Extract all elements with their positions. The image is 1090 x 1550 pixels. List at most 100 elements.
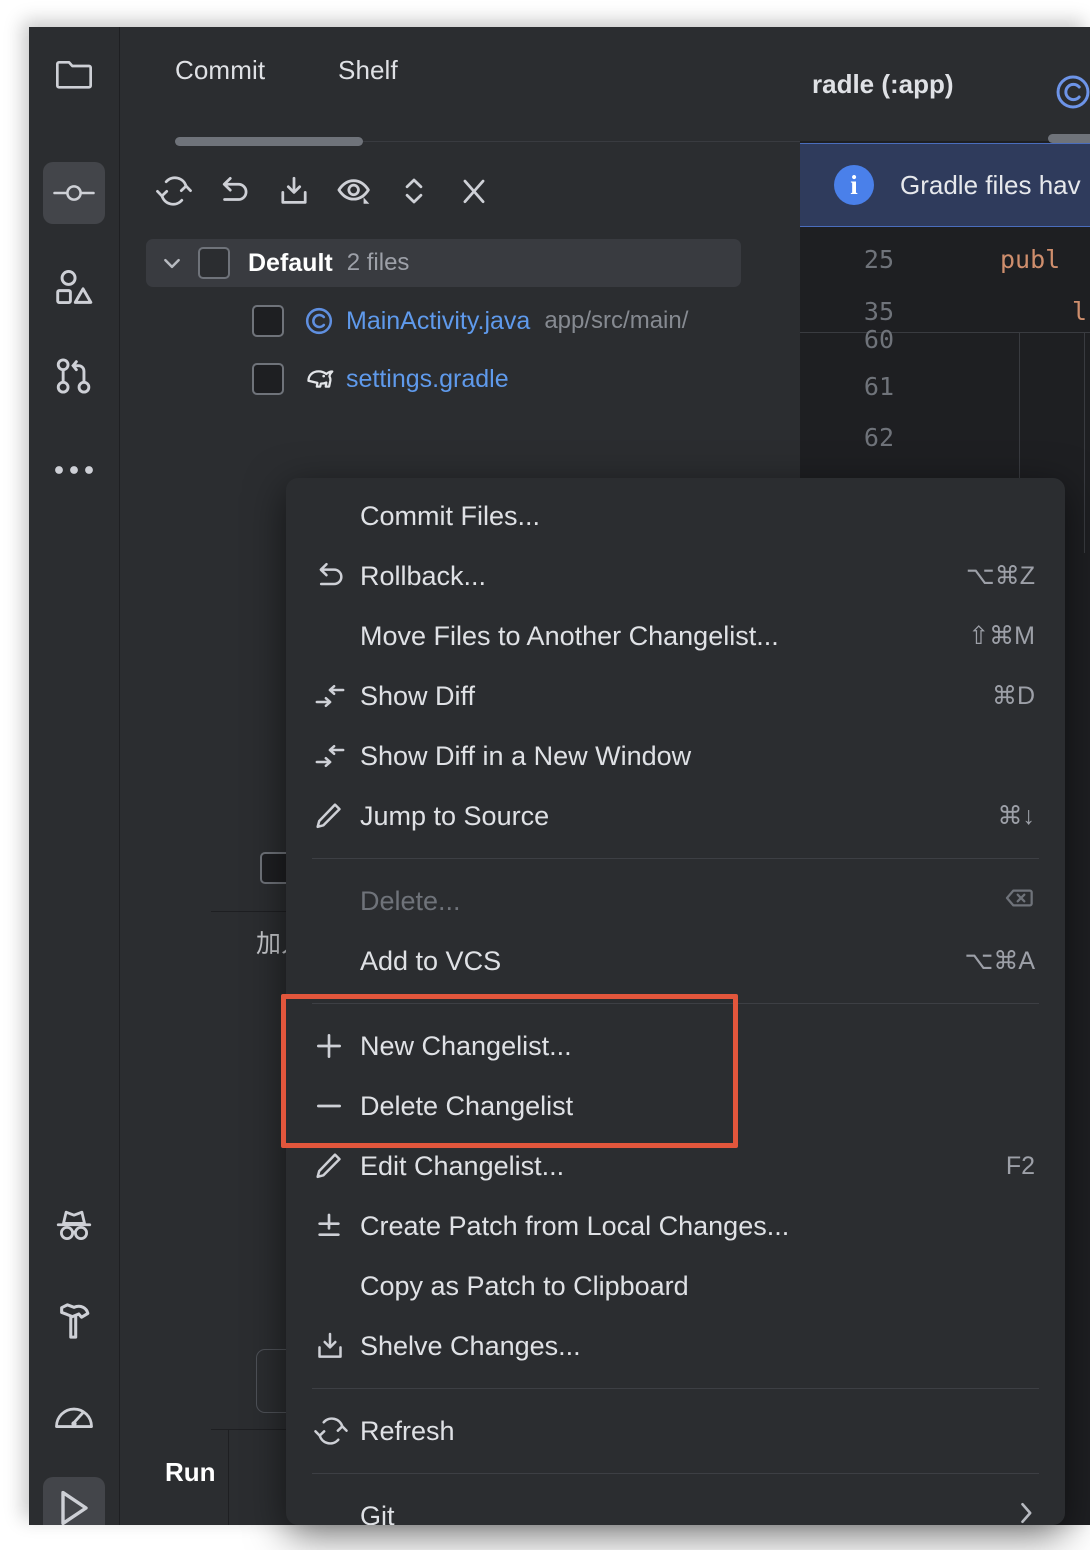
minus-icon bbox=[314, 1091, 360, 1121]
menu-item-create-patch-from-local-changes[interactable]: Create Patch from Local Changes... bbox=[286, 1196, 1065, 1256]
sidebar-item-pull-requests[interactable] bbox=[43, 345, 105, 407]
activity-bar bbox=[29, 27, 120, 1525]
play-icon bbox=[56, 1488, 92, 1525]
menu-separator bbox=[312, 1388, 1039, 1389]
menu-item-delete: Delete... bbox=[286, 871, 1065, 931]
pencil-icon bbox=[314, 801, 360, 831]
diff-arrows-icon bbox=[314, 681, 360, 711]
editor-tab[interactable]: radle (:app) bbox=[800, 27, 1090, 141]
file-checkbox[interactable] bbox=[252, 305, 284, 337]
menu-item-add-to-vcs[interactable]: Add to VCS ⌥⌘A bbox=[286, 931, 1065, 991]
menu-item-move-files-to-another-changelist[interactable]: Move Files to Another Changelist... ⇧⌘M bbox=[286, 606, 1065, 666]
rollback-button[interactable] bbox=[210, 169, 258, 217]
menu-item-label: Jump to Source bbox=[360, 801, 549, 832]
editor-tab-title: radle (:app) bbox=[812, 69, 954, 100]
menu-item-git-submenu[interactable]: Git bbox=[286, 1486, 1065, 1525]
menu-item-label: Move Files to Another Changelist... bbox=[360, 621, 779, 652]
rollback-icon bbox=[314, 561, 360, 591]
menu-separator bbox=[312, 1473, 1039, 1474]
menu-item-label: Shelve Changes... bbox=[360, 1331, 581, 1362]
sidebar-item-app-inspection[interactable] bbox=[43, 1195, 105, 1257]
menu-item-label: Add to VCS bbox=[360, 946, 501, 977]
menu-item-commit-files[interactable]: Commit Files... bbox=[286, 486, 1065, 546]
menu-item-rollback[interactable]: Rollback... ⌥⌘Z bbox=[286, 546, 1065, 606]
java-class-icon bbox=[304, 306, 334, 336]
sidebar-item-more[interactable] bbox=[43, 439, 105, 501]
changelist-checkbox[interactable] bbox=[198, 247, 230, 279]
editor-tab-scrollbar[interactable] bbox=[1048, 134, 1090, 143]
menu-item-shortcut: ⌥⌘Z bbox=[966, 561, 1035, 591]
file-name: settings.gradle bbox=[346, 365, 509, 394]
menu-item-label: Commit Files... bbox=[360, 501, 540, 532]
menu-item-label: Edit Changelist... bbox=[360, 1151, 564, 1182]
notification-text: Gradle files hav bbox=[900, 170, 1081, 201]
close-x-icon bbox=[460, 175, 488, 212]
refresh-changes-button[interactable] bbox=[150, 169, 198, 217]
gauge-icon bbox=[53, 1400, 95, 1430]
file-row-mainactivity[interactable]: MainActivity.java app/src/main/ bbox=[146, 297, 688, 345]
commit-toolbar bbox=[120, 157, 800, 231]
menu-item-refresh[interactable]: Refresh bbox=[286, 1401, 1065, 1461]
sidebar-item-commit[interactable] bbox=[43, 162, 105, 224]
plusminus-icon bbox=[314, 1211, 360, 1241]
sidebar-item-run[interactable] bbox=[43, 1477, 105, 1525]
code-token: publ bbox=[1000, 245, 1060, 274]
gradle-elephant-icon bbox=[304, 364, 334, 394]
menu-item-shelve-changes[interactable]: Shelve Changes... bbox=[286, 1316, 1065, 1376]
info-icon: i bbox=[834, 165, 874, 205]
file-checkbox[interactable] bbox=[252, 363, 284, 395]
close-button[interactable] bbox=[450, 169, 498, 217]
file-name: MainActivity.java bbox=[346, 307, 530, 336]
gradle-sync-notification[interactable]: i Gradle files hav bbox=[800, 143, 1090, 227]
menu-item-new-changelist[interactable]: New Changelist... bbox=[286, 1016, 1065, 1076]
menu-item-label: Delete... bbox=[360, 886, 461, 917]
chevron-down-icon[interactable] bbox=[162, 253, 182, 273]
menu-item-edit-changelist[interactable]: Edit Changelist... F2 bbox=[286, 1136, 1065, 1196]
changelist-name: Default bbox=[248, 249, 333, 278]
screenshot-root: Commit Shelf bbox=[0, 0, 1090, 1550]
menu-item-shortcut: F2 bbox=[1006, 1152, 1035, 1181]
rollback-icon bbox=[217, 175, 251, 212]
shelve-icon bbox=[277, 175, 311, 212]
menu-item-jump-to-source[interactable]: Jump to Source ⌘↓ bbox=[286, 786, 1065, 846]
file-row-settings-gradle[interactable]: settings.gradle bbox=[146, 355, 523, 403]
file-path: app/src/main/ bbox=[544, 307, 688, 335]
changelist-row-default[interactable]: Default 2 files bbox=[146, 239, 741, 287]
menu-item-shortcut: ⇧⌘M bbox=[968, 621, 1035, 651]
sidebar-item-structure[interactable] bbox=[43, 256, 105, 318]
menu-item-show-diff[interactable]: Show Diff ⌘D bbox=[286, 666, 1065, 726]
menu-item-shortcut bbox=[1005, 886, 1035, 917]
tab-commit[interactable]: Commit bbox=[175, 27, 265, 113]
pencil-icon bbox=[314, 1151, 360, 1181]
menu-item-shortcut: ⌘D bbox=[992, 681, 1035, 711]
divider bbox=[228, 1430, 229, 1525]
expand-collapse-button[interactable] bbox=[390, 169, 438, 217]
menu-item-copy-as-patch-to-clipboard[interactable]: Copy as Patch to Clipboard bbox=[286, 1256, 1065, 1316]
sidebar-item-project-folder[interactable] bbox=[43, 43, 105, 105]
updown-chevrons-icon bbox=[401, 175, 427, 212]
menu-item-shortcut: ⌥⌘A bbox=[965, 946, 1035, 976]
show-diff-preview-button[interactable] bbox=[330, 169, 378, 217]
gutter-line-number: 25 bbox=[834, 245, 894, 274]
shapes-icon bbox=[54, 268, 94, 306]
sidebar-item-profiler[interactable] bbox=[43, 1384, 105, 1446]
menu-item-label: Refresh bbox=[360, 1416, 455, 1447]
changelist-context-menu: Commit Files... Rollback... ⌥⌘Z Move Fil… bbox=[286, 478, 1065, 1525]
sidebar-item-build[interactable] bbox=[43, 1290, 105, 1352]
commit-tab-bar: Commit Shelf bbox=[120, 27, 800, 113]
gutter-line-number: 62 bbox=[834, 423, 894, 452]
menu-item-label: Create Patch from Local Changes... bbox=[360, 1211, 789, 1242]
chevron-right-icon bbox=[1017, 1499, 1035, 1526]
refresh-icon bbox=[156, 175, 192, 212]
menu-separator bbox=[312, 858, 1039, 859]
plus-icon bbox=[314, 1031, 360, 1061]
shelve-button[interactable] bbox=[270, 169, 318, 217]
menu-item-label: Delete Changelist bbox=[360, 1091, 573, 1122]
tab-shelf[interactable]: Shelf bbox=[338, 27, 398, 113]
menu-item-delete-changelist[interactable]: Delete Changelist bbox=[286, 1076, 1065, 1136]
java-class-icon bbox=[1054, 73, 1090, 116]
menu-item-label: Copy as Patch to Clipboard bbox=[360, 1271, 689, 1302]
divider bbox=[1084, 333, 1085, 553]
eye-icon bbox=[336, 175, 372, 212]
menu-item-show-diff-in-new-window[interactable]: Show Diff in a New Window bbox=[286, 726, 1065, 786]
